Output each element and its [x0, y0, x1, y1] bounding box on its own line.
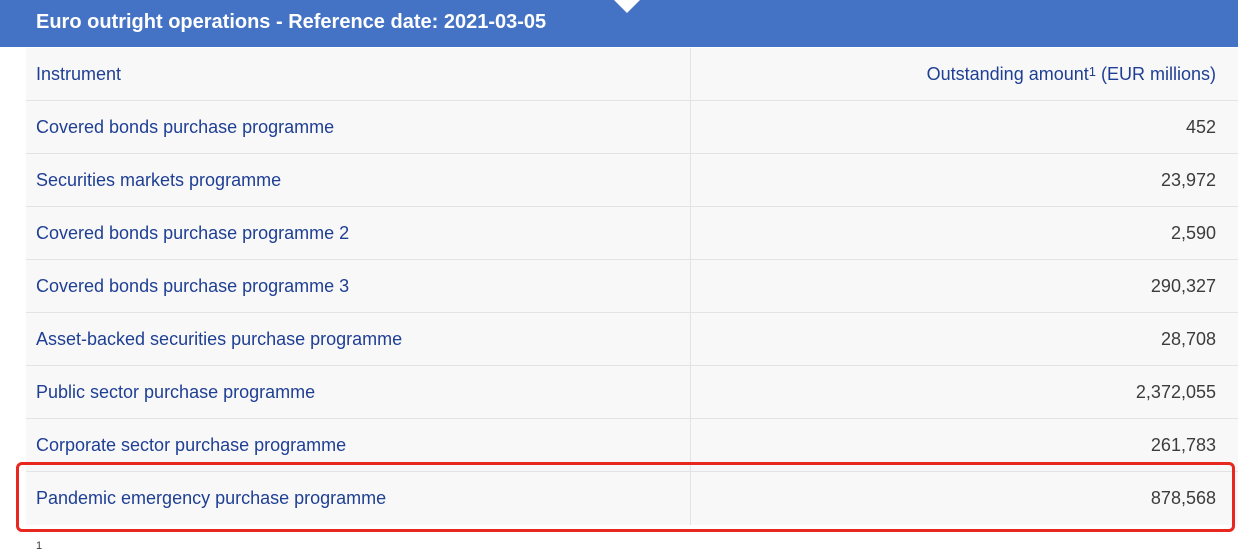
table-header-bar: Euro outright operations - Reference dat…	[0, 0, 1238, 47]
column-header-row: Instrument Outstanding amount1 (EUR mill…	[26, 48, 1238, 101]
instrument-cell: Covered bonds purchase programme	[26, 101, 691, 154]
amount-cell: 261,783	[1150, 435, 1216, 455]
table-title: Euro outright operations - Reference dat…	[36, 11, 547, 33]
amount-cell: 290,327	[1150, 276, 1216, 296]
table-row: Covered bonds purchase programme 2 2,590	[26, 207, 1238, 260]
table-row: Public sector purchase programme 2,372,0…	[26, 366, 1238, 419]
amount-cell: 2,590	[1170, 223, 1216, 243]
table-row: Securities markets programme 23,972	[26, 154, 1238, 207]
instrument-cell: Corporate sector purchase programme	[26, 419, 691, 472]
amount-cell: 23,972	[1160, 170, 1216, 190]
instrument-cell: Covered bonds purchase programme 3	[26, 260, 691, 313]
table-row: Covered bonds purchase programme 3 290,3…	[26, 260, 1238, 313]
table-row: Covered bonds purchase programme 452	[26, 101, 1238, 154]
amount-cell: 878,568	[1150, 488, 1216, 508]
table-row-highlighted: Pandemic emergency purchase programme 87…	[26, 472, 1238, 525]
column-header-amount: Outstanding amount1 (EUR millions)	[691, 48, 1238, 101]
footnote-marker: 1	[36, 540, 43, 552]
instrument-cell: Public sector purchase programme	[26, 366, 691, 419]
amount-cell: 2,372,055	[1135, 382, 1216, 402]
column-header-amount-label: Outstanding amount	[926, 64, 1089, 84]
instrument-cell: Securities markets programme	[26, 154, 691, 207]
instrument-cell: Asset-backed securities purchase program…	[26, 313, 691, 366]
outright-operations-table: Instrument Outstanding amount1 (EUR mill…	[26, 48, 1238, 525]
footnote-reference[interactable]: 1	[1089, 64, 1096, 79]
column-header-amount-unit: (EUR millions)	[1095, 64, 1216, 84]
amount-cell: 452	[1185, 117, 1216, 137]
amount-cell: 28,708	[1160, 329, 1216, 349]
column-header-instrument: Instrument	[26, 48, 691, 101]
header-notch-indicator	[614, 0, 640, 13]
instrument-cell: Covered bonds purchase programme 2	[26, 207, 691, 260]
table-row: Corporate sector purchase programme 261,…	[26, 419, 1238, 472]
instrument-cell: Pandemic emergency purchase programme	[26, 472, 691, 525]
table-row: Asset-backed securities purchase program…	[26, 313, 1238, 366]
